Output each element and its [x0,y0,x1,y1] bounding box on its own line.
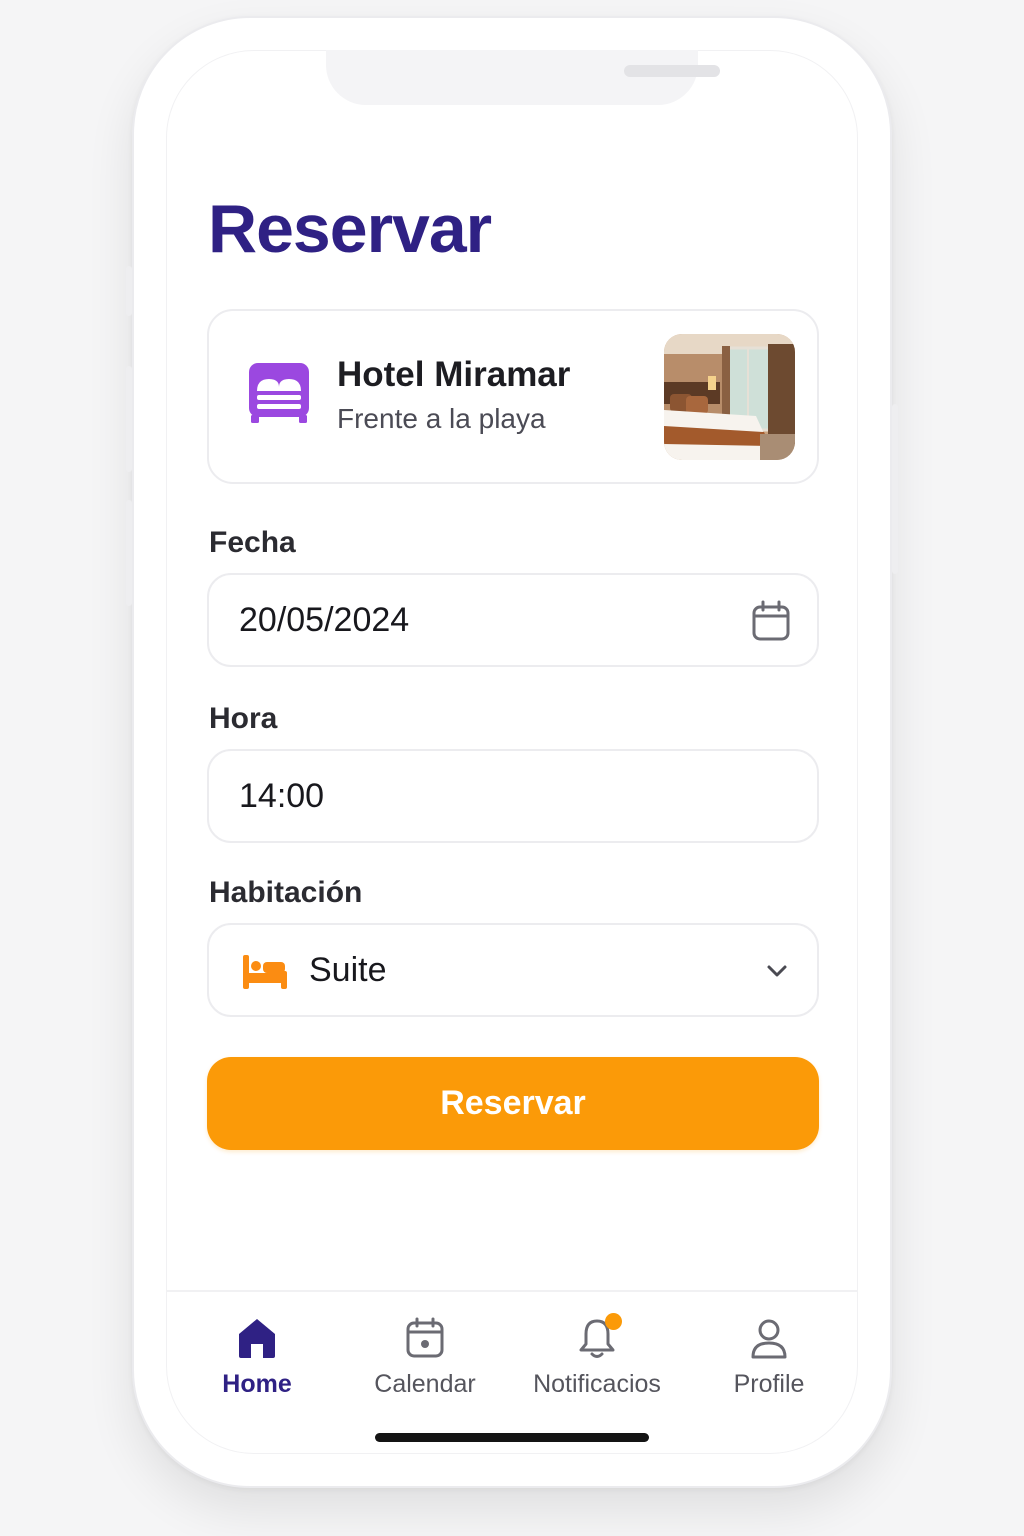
tab-calendar[interactable]: Calendar [339,1316,511,1406]
phone-side-button [892,404,898,574]
hotel-name: Hotel Miramar [337,355,571,394]
time-field[interactable]: 14:00 [207,749,819,843]
app-screen: Reservar Hotel Miramar Frente a la playa [166,50,858,1454]
room-value: Suite [309,951,387,989]
home-icon [239,1319,275,1358]
user-icon [751,1319,787,1359]
reserve-button[interactable]: Reservar [207,1057,819,1150]
tab-profile[interactable]: Profile [683,1316,855,1406]
calendar-icon[interactable] [751,600,791,642]
date-label: Fecha [209,526,296,559]
tab-notifications[interactable]: Notificacios [511,1313,683,1406]
hotel-card[interactable]: Hotel Miramar Frente a la playa [207,309,819,484]
phone-side-button [126,266,132,316]
home-indicator[interactable] [375,1433,649,1442]
bottom-tab-bar: Home Calendar Notificacios Profile [166,1290,858,1454]
tab-home[interactable]: Home [171,1316,343,1406]
room-select[interactable]: Suite [207,923,819,1017]
calendar-icon [406,1317,444,1358]
bed-icon [249,363,309,423]
notch [326,50,720,105]
date-value: 20/05/2024 [239,601,410,639]
phone-side-button [126,366,132,472]
bed-icon [243,955,287,989]
tab-label: Profile [733,1370,805,1398]
notification-badge [605,1313,622,1330]
time-value: 14:00 [239,777,325,815]
time-label: Hora [209,702,278,735]
tab-label: Calendar [374,1370,476,1398]
tab-label: Notificacios [533,1370,661,1398]
phone-side-button [126,500,132,606]
chevron-down-icon[interactable] [765,961,789,981]
page-title: Reservar [208,191,492,267]
hotel-subtitle: Frente a la playa [337,403,546,434]
date-field[interactable]: 20/05/2024 [207,573,819,667]
tab-label: Home [222,1370,292,1398]
speaker [624,65,720,77]
room-label: Habitación [209,876,363,909]
hotel-room-photo [664,334,795,460]
